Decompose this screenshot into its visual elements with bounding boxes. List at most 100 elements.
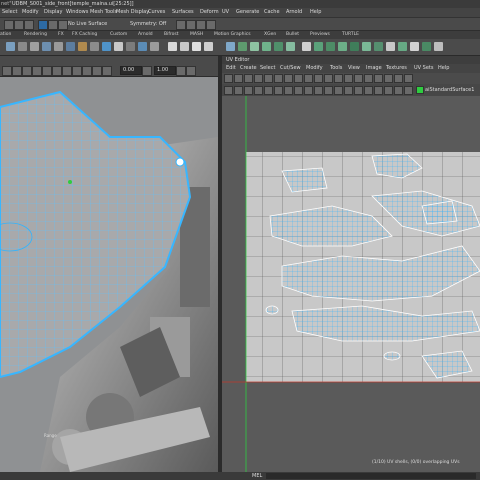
menu-curves[interactable]: Curves	[148, 8, 165, 17]
shelf-tool-icon[interactable]	[286, 42, 295, 51]
shelf-tab-rendering[interactable]: Rendering	[24, 31, 47, 39]
render-icon[interactable]	[176, 20, 186, 30]
shelf-tool-icon[interactable]	[274, 42, 283, 51]
uv-editor-view[interactable]: (1/10) UV shells, (0/0) overlapping UVs	[222, 96, 480, 472]
uv-menu-textures[interactable]: Textures	[386, 64, 407, 73]
lasso-icon[interactable]	[14, 20, 24, 30]
ao-icon[interactable]	[102, 66, 112, 76]
uv-tool-icon[interactable]	[394, 74, 403, 83]
uv-tool-icon[interactable]	[334, 86, 343, 95]
shelf-tool-icon[interactable]	[374, 42, 383, 51]
uv-tool-icon[interactable]	[384, 74, 393, 83]
uv-tool-icon[interactable]	[314, 74, 323, 83]
uv-menu-create[interactable]: Create	[240, 64, 257, 73]
uv-menu-select[interactable]: Select	[260, 64, 275, 73]
uv-tool-icon[interactable]	[314, 86, 323, 95]
menu-help[interactable]: Help	[310, 8, 321, 17]
shelf-tab-turtle[interactable]: TURTLE	[342, 31, 359, 39]
uv-tool-icon[interactable]	[304, 86, 313, 95]
shelf-tool-icon[interactable]	[78, 42, 87, 51]
uv-menu-uv-sets[interactable]: UV Sets	[414, 64, 434, 73]
shelf-tool-icon[interactable]	[150, 42, 159, 51]
uv-menu-cut-sew[interactable]: Cut/Sew	[280, 64, 301, 73]
shelf-tab-custom[interactable]: Custom	[110, 31, 127, 39]
menu-uv[interactable]: UV	[222, 8, 229, 17]
uv-tool-icon[interactable]	[234, 86, 243, 95]
uv-shell[interactable]	[383, 351, 401, 361]
shelf-tool-icon[interactable]	[410, 42, 419, 51]
uv-tool-icon[interactable]	[304, 74, 313, 83]
shelf-tool-icon[interactable]	[90, 42, 99, 51]
smooth-shade-icon[interactable]	[22, 66, 32, 76]
material-name[interactable]: aiStandardSurface1	[425, 87, 474, 93]
uv-shell[interactable]	[265, 305, 279, 315]
shelf-tool-icon[interactable]	[338, 42, 347, 51]
camera-icon[interactable]	[2, 66, 12, 76]
snap-curve-icon[interactable]	[48, 20, 58, 30]
uv-tool-icon[interactable]	[244, 74, 253, 83]
shelf-tool-icon[interactable]	[168, 42, 177, 51]
shelf-tab-animation[interactable]: ation	[0, 31, 11, 39]
snap-point-icon[interactable]	[58, 20, 68, 30]
shelf-tool-icon[interactable]	[114, 42, 123, 51]
uv-tool-icon[interactable]	[404, 74, 413, 83]
uv-menu-image[interactable]: Image	[366, 64, 382, 73]
gamma-field[interactable]: 1.00	[154, 66, 176, 75]
grid-icon[interactable]	[82, 66, 92, 76]
shelf-tab-bifrost[interactable]: Bifrost	[164, 31, 179, 39]
shelf-tab-bullet[interactable]: Bullet	[286, 31, 299, 39]
uv-tool-icon[interactable]	[394, 86, 403, 95]
uv-tool-icon[interactable]	[254, 86, 263, 95]
uv-tool-icon[interactable]	[354, 74, 363, 83]
uv-tool-icon[interactable]	[364, 86, 373, 95]
shelf-tab-motion-graphics[interactable]: Motion Graphics	[214, 31, 251, 39]
ipr-icon[interactable]	[186, 20, 196, 30]
uv-tool-icon[interactable]	[224, 74, 233, 83]
shadows-icon[interactable]	[52, 66, 62, 76]
uv-tool-icon[interactable]	[344, 86, 353, 95]
uv-tool-icon[interactable]	[384, 86, 393, 95]
snap-grid-icon[interactable]	[38, 20, 48, 30]
uv-tool-icon[interactable]	[274, 86, 283, 95]
shelf-tab-previews[interactable]: Previews	[310, 31, 330, 39]
shelf-tool-icon[interactable]	[238, 42, 247, 51]
uv-tool-icon[interactable]	[364, 74, 373, 83]
shelf-tool-icon[interactable]	[350, 42, 359, 51]
uv-tool-icon[interactable]	[274, 74, 283, 83]
shelf-tool-icon[interactable]	[54, 42, 63, 51]
menu-windows[interactable]: Windows	[66, 8, 88, 17]
uv-menu-edit[interactable]: Edit	[226, 64, 236, 73]
shelf-tab-xgen[interactable]: XGen	[264, 31, 276, 39]
menu-surfaces[interactable]: Surfaces	[172, 8, 194, 17]
shelf-tool-icon[interactable]	[422, 42, 431, 51]
shelf-tool-icon[interactable]	[192, 42, 201, 51]
menu-cache[interactable]: Cache	[264, 8, 280, 17]
shelf-tool-icon[interactable]	[102, 42, 111, 51]
shelf-tool-icon[interactable]	[262, 42, 271, 51]
exposure-field[interactable]: 0.00	[120, 66, 142, 75]
perspective-viewport[interactable]: Range	[0, 77, 218, 472]
menu-select[interactable]: Select	[2, 8, 17, 17]
uv-tool-icon[interactable]	[404, 86, 413, 95]
shelf-tool-icon[interactable]	[126, 42, 135, 51]
command-input[interactable]	[266, 473, 476, 479]
live-surface-label[interactable]: No Live Surface	[68, 21, 107, 27]
shelf-tool-icon[interactable]	[226, 42, 235, 51]
shelf-tool-icon[interactable]	[434, 42, 443, 51]
uv-tool-icon[interactable]	[324, 86, 333, 95]
uv-tool-icon[interactable]	[264, 74, 273, 83]
xray-icon[interactable]	[62, 66, 72, 76]
hypershade-icon[interactable]	[206, 20, 216, 30]
menu-arnold[interactable]: Arnold	[286, 8, 302, 17]
uv-tool-icon[interactable]	[224, 86, 233, 95]
shelf-tool-icon[interactable]	[398, 42, 407, 51]
uv-menu-tools[interactable]: Tools	[330, 64, 342, 73]
uv-tool-icon[interactable]	[294, 74, 303, 83]
shelf-tool-icon[interactable]	[18, 42, 27, 51]
view-transform-icon[interactable]	[186, 66, 196, 76]
shelf-tab-mash[interactable]: MASH	[190, 31, 203, 39]
shelf-tool-icon[interactable]	[42, 42, 51, 51]
menu-mesh-display[interactable]: Mesh Display	[116, 8, 149, 17]
paint-select-icon[interactable]	[24, 20, 34, 30]
uv-tool-icon[interactable]	[374, 74, 383, 83]
